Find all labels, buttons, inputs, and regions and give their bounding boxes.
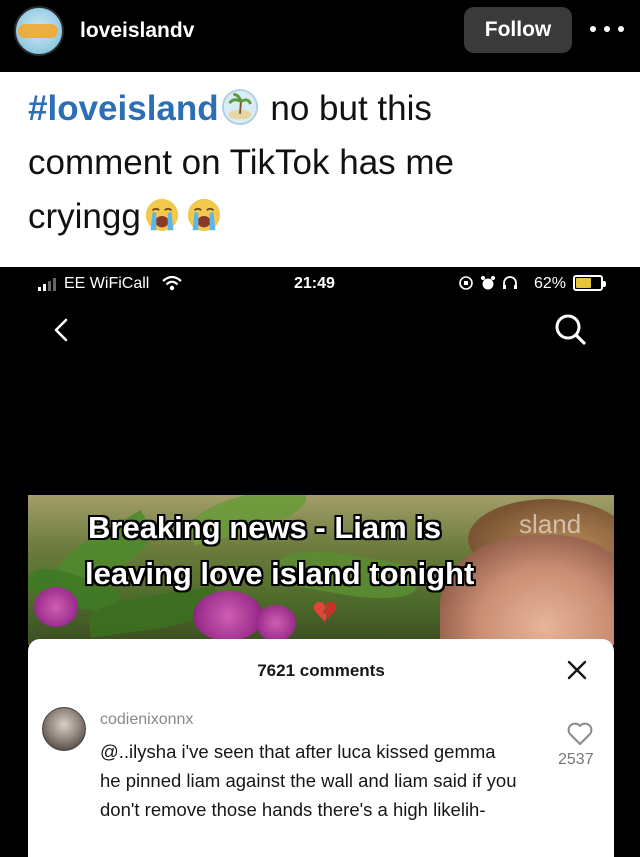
broken-heart-icon [313,601,337,622]
close-icon[interactable] [564,657,590,683]
video-frame[interactable]: Breaking news - Liam is leaving love isl… [28,495,614,645]
video-watermark: sland [519,509,582,539]
battery-percentage: 62% [534,275,567,292]
commenter-username[interactable]: codienixonnx [100,711,193,729]
wifi-icon [162,275,182,291]
caption-line2: comment on TikTok has me [28,143,454,182]
signal-icon [38,277,56,291]
loudly-crying-face-icon [145,198,178,232]
status-bar: EE WiFiCall 21:49 62% [28,267,614,301]
caption-text: #loveisland no but this comment on TikTo… [28,82,618,244]
battery-fill [576,278,591,288]
carrier-label: EE WiFiCall [64,275,150,292]
headline-line2: leaving love island tonight [85,556,475,591]
status-time: 21:49 [294,275,335,292]
like-count: 2537 [558,751,594,768]
follow-button[interactable]: Follow [464,7,572,53]
account-avatar[interactable] [14,6,64,56]
post-caption: #loveisland no but this comment on TikTo… [0,72,640,267]
island-icon [221,88,258,126]
embedded-screenshot: EE WiFiCall 21:49 62% Breaking news - Li… [28,267,614,857]
comments-sheet: 7621 comments codienixonnx @..ilysha i'v… [28,639,614,857]
loudly-crying-face-icon [187,198,220,232]
back-arrow-icon[interactable] [48,315,78,345]
comment-count: 7621 comments [257,661,385,680]
commenter-avatar[interactable] [42,707,86,751]
comment-text: @..ilysha i've seen that after luca kiss… [100,741,517,820]
status-icons [458,275,518,291]
headphones-icon [503,276,517,289]
battery-icon [573,275,606,291]
account-username[interactable]: loveislandv [80,19,194,43]
alarm-icon [481,276,495,290]
post-header: loveislandv Follow [0,0,640,72]
caption-line1: no but this [260,89,432,128]
caption-line3: cryingg [28,197,141,236]
heart-icon[interactable] [566,721,594,747]
more-options-icon[interactable] [590,22,624,36]
search-icon[interactable] [552,311,588,347]
orientation-lock-icon [459,276,473,290]
hashtag-link[interactable]: #loveisland [28,89,219,128]
avatar-logo [18,24,58,38]
